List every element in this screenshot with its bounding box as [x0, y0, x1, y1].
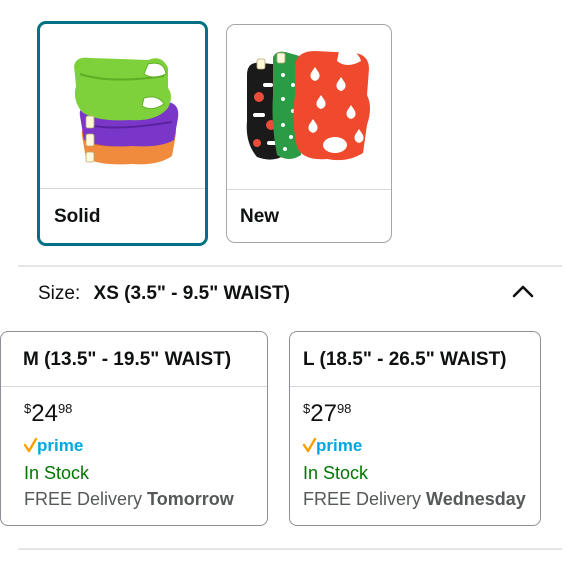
delivery-prefix: FREE Delivery — [24, 489, 143, 509]
size-option-l[interactable]: L (18.5" - 26.5" WAIST) $2798 prime In S… — [289, 331, 541, 526]
delivery-info: FREE Delivery Tomorrow — [24, 489, 234, 510]
stock-status: In Stock — [24, 463, 90, 483]
prime-logo-icon: prime — [303, 436, 365, 458]
size-option-m[interactable]: M (13.5" - 19.5" WAIST) $2498 prime In S… — [0, 331, 268, 526]
size-selector-header[interactable]: Size: XS (3.5" - 9.5" WAIST) — [38, 283, 290, 305]
style-label: Solid — [54, 206, 101, 227]
price-fraction: 98 — [336, 401, 352, 416]
card-divider — [1, 386, 267, 387]
section-divider — [18, 265, 562, 267]
solid-diaper-image — [40, 24, 205, 188]
price-whole: 24 — [31, 400, 58, 427]
stock-status: In Stock — [303, 463, 369, 483]
delivery-prefix: FREE Delivery — [303, 489, 422, 509]
price-whole: 27 — [310, 400, 337, 427]
price: $2798 — [303, 400, 351, 428]
card-divider — [227, 189, 391, 190]
size-option-title: M (13.5" - 19.5" WAIST) — [23, 349, 232, 370]
selected-size: XS (3.5" - 9.5" WAIST) — [93, 283, 290, 304]
delivery-day: Tomorrow — [147, 489, 234, 509]
style-label: New — [240, 206, 280, 227]
svg-text:prime: prime — [37, 436, 83, 455]
section-divider — [18, 548, 562, 550]
patterned-diaper-image — [227, 25, 391, 189]
price-fraction: 98 — [57, 401, 73, 416]
style-option-new[interactable]: New — [226, 24, 392, 243]
delivery-day: Wednesday — [426, 489, 526, 509]
card-divider — [40, 188, 205, 189]
prime-logo-icon: prime — [24, 436, 86, 458]
svg-text:prime: prime — [316, 436, 362, 455]
chevron-up-icon[interactable] — [511, 282, 535, 300]
card-divider — [290, 386, 540, 387]
delivery-info: FREE Delivery Wednesday — [303, 489, 526, 510]
size-label: Size: — [38, 283, 81, 304]
size-option-title: L (18.5" - 26.5" WAIST) — [303, 349, 507, 370]
price: $2498 — [24, 400, 72, 428]
style-option-solid[interactable]: Solid — [37, 21, 208, 246]
